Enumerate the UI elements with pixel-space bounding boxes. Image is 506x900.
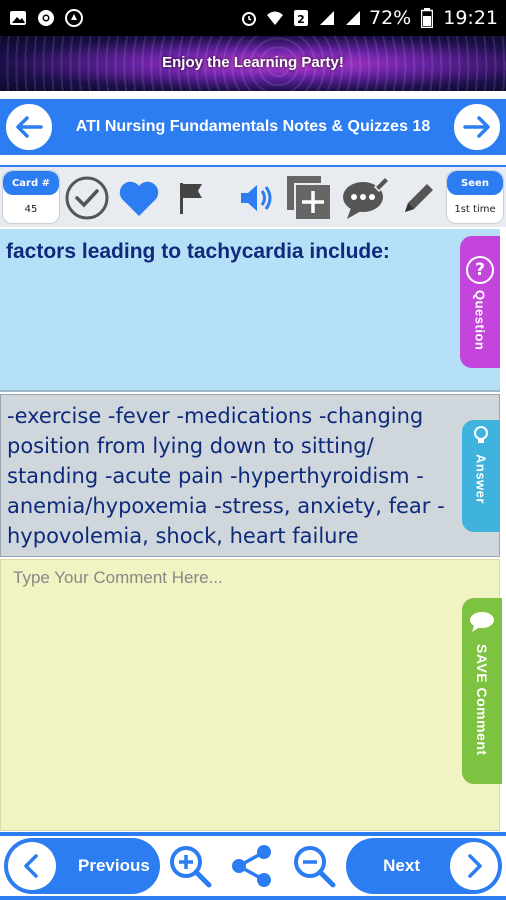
check-icon — [65, 176, 109, 220]
signal-icon — [343, 8, 363, 28]
clock: 19:21 — [443, 7, 498, 29]
chevron-left-icon — [8, 842, 56, 890]
edit-button[interactable] — [394, 173, 444, 223]
alarm-icon — [239, 8, 259, 28]
answer-panel: -exercise -fever -medications -changing … — [0, 394, 500, 557]
tab-answer[interactable]: Answer — [462, 420, 500, 532]
comment-icon — [343, 175, 389, 219]
card-number-value: 45 — [24, 203, 38, 215]
comment-input[interactable] — [1, 560, 461, 830]
seen-value: 1st time — [454, 203, 496, 215]
add-card-button[interactable] — [284, 173, 334, 223]
comment-panel — [0, 559, 500, 831]
question-mark-icon: ? — [466, 256, 494, 284]
share-icon — [232, 845, 271, 887]
speak-button[interactable] — [232, 173, 282, 223]
save-comment-button[interactable]: SAVE Comment — [462, 598, 502, 784]
next-label: Next — [383, 856, 420, 875]
wifi-icon — [265, 8, 285, 28]
mark-known-button[interactable] — [62, 173, 112, 223]
card-number-label: Card # — [3, 171, 59, 195]
tab-question[interactable]: ? Question — [460, 236, 500, 368]
seen-label: Seen — [447, 171, 503, 195]
svg-text:2: 2 — [297, 13, 305, 26]
favorite-button[interactable] — [114, 173, 164, 223]
back-arrow-button[interactable] — [4, 102, 54, 152]
signal-icon — [317, 8, 337, 28]
question-tab-label: Question — [472, 290, 488, 351]
question-panel: factors leading to tachycardia include: — [0, 229, 500, 392]
save-comment-label: SAVE Comment — [474, 644, 490, 756]
lightbulb-icon — [474, 426, 488, 443]
page-title: ATI Nursing Fundamentals Notes & Quizzes… — [75, 118, 431, 135]
zoom-in-icon — [170, 846, 212, 888]
arrow-right-icon — [463, 116, 490, 138]
zoom-in-button[interactable] — [164, 840, 216, 892]
zoom-out-button[interactable] — [288, 840, 340, 892]
header: ATI Nursing Fundamentals Notes & Quizzes… — [0, 91, 506, 163]
seen-badge: Seen 1st time — [446, 170, 504, 224]
card-number-badge: Card # 45 — [2, 170, 60, 224]
speech-bubble-icon — [470, 612, 494, 632]
speaker-icon — [241, 185, 272, 211]
promo-banner[interactable]: Enjoy the Learning Party! — [0, 36, 506, 91]
banner-text: Enjoy the Learning Party! — [162, 54, 344, 71]
comment-button[interactable] — [340, 173, 390, 223]
arrow-left-icon — [16, 116, 43, 138]
share-button[interactable] — [226, 840, 278, 892]
chrome-icon — [36, 8, 56, 28]
chevron-right-icon — [450, 842, 498, 890]
zoom-out-icon — [294, 846, 336, 888]
card-toolbar: Card # 45 Seen 1st time — [0, 165, 506, 227]
sim-2-icon: 2 — [291, 8, 311, 28]
app-icon — [64, 8, 84, 28]
battery-percent: 72% — [369, 7, 412, 29]
answer-tab-label: Answer — [473, 454, 489, 504]
previous-label: Previous — [78, 856, 150, 875]
edit-icon — [405, 184, 433, 212]
answer-text: -exercise -fever -medications -changing … — [7, 404, 445, 548]
battery-icon — [417, 8, 437, 28]
heart-icon — [119, 181, 159, 216]
forward-arrow-button[interactable] — [452, 102, 502, 152]
bottom-nav: Previous Next — [0, 832, 506, 900]
flag-button[interactable] — [166, 173, 216, 223]
flag-icon — [180, 183, 202, 214]
next-button[interactable]: Next — [346, 838, 502, 894]
question-text: factors leading to tachycardia include: — [6, 240, 390, 263]
status-bar: 2 72% 19:21 — [0, 0, 506, 36]
add-copy-icon — [287, 176, 332, 221]
previous-button[interactable]: Previous — [4, 838, 160, 894]
image-icon — [8, 8, 28, 28]
